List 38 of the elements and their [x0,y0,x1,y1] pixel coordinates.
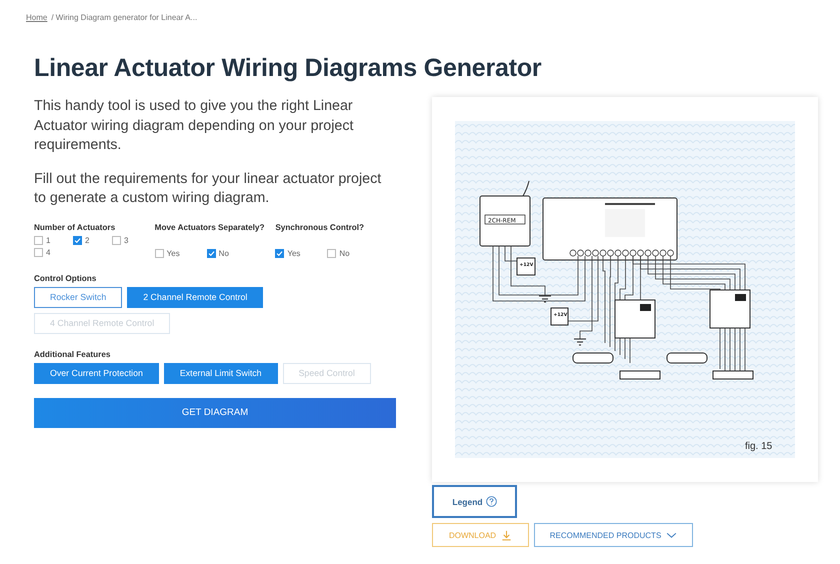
feature-button[interactable]: Over Current Protection [34,362,159,384]
group-label: Number of Actuators [34,222,116,232]
get-diagram-button[interactable]: GET DIAGRAM [34,398,396,428]
checkbox-label: No [339,248,350,258]
checkbox[interactable] [34,248,43,256]
checkbox-label: 2 [85,236,90,244]
group-label: Move Actuators Separately? [154,222,266,232]
checkbox-label: 3 [124,236,128,244]
help-icon [486,496,497,507]
section-label: Additional Features [34,350,112,358]
home-link[interactable]: Home [26,12,48,22]
recommended-products-dropdown[interactable]: RECOMMENDED PRODUCTS [534,523,693,547]
checkbox-label: Yes [166,248,180,258]
legend-button[interactable]: Legend [432,485,517,518]
checkbox[interactable] [34,236,43,244]
checkbox-label: 1 [46,236,50,244]
checkbox[interactable] [327,248,336,258]
checkbox-label: 4 [46,248,50,256]
intro-paragraph: This handy tool is used to give you the right Linear Actuator wiring diagram depending on your project requirements. [34,97,354,155]
checkbox[interactable] [112,236,121,244]
checkbox[interactable] [275,248,284,258]
feature-button[interactable]: External Limit Switch [164,362,278,384]
checkbox[interactable] [73,236,82,244]
checkbox[interactable] [154,248,164,258]
figure-caption: fig. 15 [745,441,772,452]
chevron-down-icon [666,532,678,538]
group-label: Synchronous Control? [275,222,366,232]
control-option-button[interactable]: 2 Channel Remote Control [127,286,264,308]
download-icon [501,530,512,540]
checkbox-label: No [218,248,229,258]
page-title: Linear Actuator Wiring Diagrams Generator [34,54,542,83]
control-option-button[interactable]: Rocker Switch [34,286,122,308]
checkbox[interactable] [206,248,216,258]
section-label: Control Options [34,274,98,282]
intro-paragraph: Fill out the requirements for your linear actuator project to generate a custom wiring diagram. [34,170,382,208]
checkbox-label: Yes [287,248,300,258]
breadcrumb-current: / Wiring Diagram generator for Linear A... [51,12,198,22]
download-button[interactable]: DOWNLOAD [432,523,529,547]
